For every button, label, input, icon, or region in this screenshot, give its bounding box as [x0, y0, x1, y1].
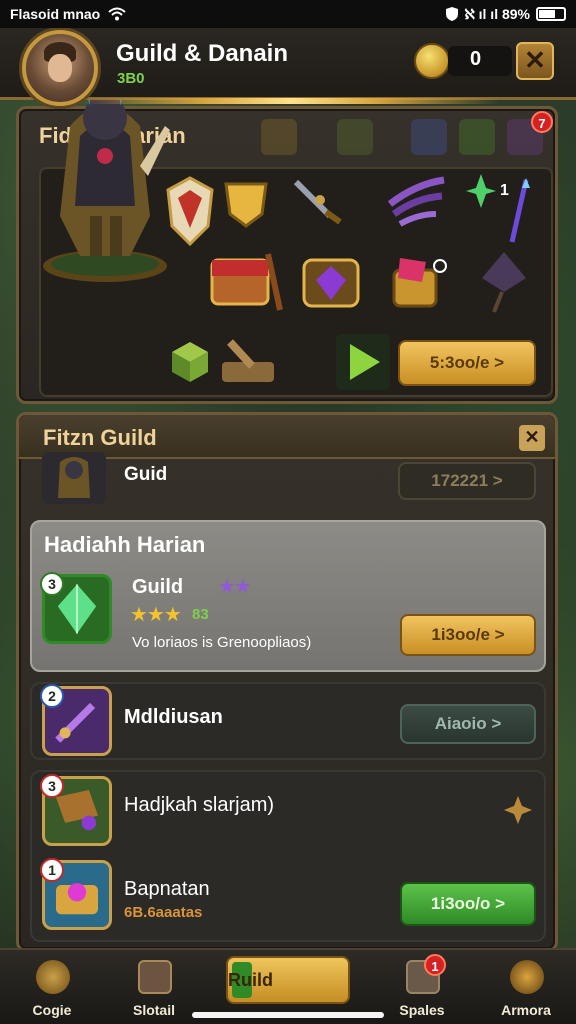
nav-item-spales[interactable]: 1 Spales	[372, 950, 472, 1024]
card-4-button[interactable]: 1i3oo/o >	[400, 882, 536, 926]
green-cube-icon	[172, 342, 208, 382]
card-description: Vo loriaos is Grenoopliaos)	[132, 634, 312, 651]
treasure-chest-icon[interactable]	[208, 246, 284, 318]
stars-suffix: 83	[192, 606, 209, 623]
shield-item-icon[interactable]	[164, 176, 216, 246]
purple-stars: ★★	[218, 576, 252, 598]
tab-gem-icon[interactable]	[459, 119, 495, 155]
card-2-title: Mdldiusan	[124, 706, 223, 728]
battery-icon	[536, 7, 566, 21]
dagger-item-icon[interactable]	[290, 172, 346, 228]
card-level-badge: 3	[40, 572, 64, 596]
status-bar: Flasoid mnao ℵ ıl ıl 89%	[0, 0, 576, 28]
card-2-level-badge: 2	[40, 684, 64, 708]
card-claim-button[interactable]: 1i3oo/e >	[400, 614, 536, 656]
coin-count: 0	[470, 48, 482, 70]
card-4-title: Bapnatan	[124, 878, 210, 900]
card-title: Hadiahh Harian	[44, 532, 206, 557]
home-indicator[interactable]	[192, 1012, 384, 1018]
shield-status-icon	[446, 7, 459, 21]
claw-item-icon[interactable]	[386, 174, 448, 230]
guild-row-name: Guid	[124, 464, 168, 485]
staff-item-icon[interactable]	[502, 176, 536, 246]
guild-close-button[interactable]: ✕	[519, 425, 545, 451]
nav-spales-badge: 1	[424, 954, 446, 976]
nav-label-cogie: Cogie	[32, 1002, 72, 1018]
guild-knight-icon	[42, 452, 106, 504]
avatar[interactable]	[22, 30, 98, 106]
claim-reward-button[interactable]: 5:3oo/e >	[398, 340, 536, 386]
sparkle-gem-icon	[466, 174, 496, 208]
gold-stars: ★★★	[130, 604, 182, 626]
signal-battery-text: ℵ ıl ıl 89%	[464, 5, 530, 22]
tab-crystal-icon[interactable]	[411, 119, 447, 155]
card-subtitle: Guild	[132, 576, 184, 598]
carrier-text: Flasoid mnao	[10, 6, 101, 22]
sparkle-icon	[504, 796, 532, 824]
nav-item-ruild[interactable]: Ruild	[226, 956, 350, 1004]
gem-chest-icon[interactable]	[298, 248, 364, 314]
guild-row-button[interactable]: 172221 >	[398, 462, 536, 500]
page-title: Guild & Danain	[116, 40, 289, 67]
card-4-sub: 6B.6aaatas	[124, 904, 203, 921]
header-bar: Guild & Danain 3B0 0 ✕	[0, 28, 576, 106]
card-2-button[interactable]: Aiaoio >	[400, 704, 536, 744]
tab-helmet-icon[interactable]	[261, 119, 297, 155]
dark-crystal-icon	[482, 252, 526, 313]
nav-label-armora: Armora	[501, 1002, 551, 1018]
nav-item-slotail[interactable]: Slotail	[104, 950, 204, 1024]
play-button[interactable]	[336, 334, 390, 390]
card-3-title: Hadjkah slarjam)	[124, 794, 275, 816]
notification-badge: 7	[531, 111, 553, 133]
player-level: 3B0	[117, 70, 145, 87]
backpack-icon	[138, 960, 172, 994]
card-4-level-badge: 1	[40, 858, 64, 882]
nav-item-armora[interactable]: Armora	[476, 950, 576, 1024]
guild-panel-title: Fitzn Guild	[43, 425, 157, 450]
armor-item-icon[interactable]	[218, 174, 274, 230]
scroll-pouch-icon[interactable]	[386, 248, 452, 314]
close-button[interactable]: ✕	[516, 42, 554, 80]
tab-wings-icon[interactable]	[337, 119, 373, 155]
nav-label-spales: Spales	[399, 1002, 445, 1018]
card-3-level-badge: 3	[40, 774, 64, 798]
nav-label-slotail: Slotail	[132, 1002, 175, 1018]
coin-icon	[414, 43, 450, 79]
header-divider	[80, 98, 500, 104]
nav-item-cogie[interactable]: Cogie	[2, 950, 102, 1024]
gear-icon	[36, 960, 70, 994]
nav-label-ruild: Ruild	[228, 970, 273, 990]
armor-icon	[510, 960, 544, 994]
wifi-icon	[108, 7, 126, 21]
crafting-tool-icon	[222, 339, 274, 382]
